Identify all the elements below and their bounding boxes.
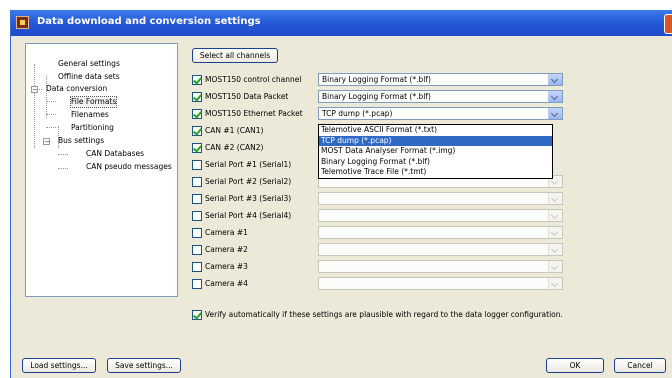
chevron-down-icon (548, 261, 562, 272)
channel-checkbox[interactable] (192, 143, 202, 153)
tree-item-general-settings[interactable]: General settings (58, 59, 120, 69)
collapse-icon[interactable]: − (43, 138, 50, 146)
format-select (318, 192, 563, 205)
channel-row: MOST150 Data Packet Binary Logging Forma… (192, 90, 672, 104)
save-settings-button[interactable]: Save settings... (107, 358, 181, 373)
channel-row: MOST150 Ethernet Packet TCP dump (*.pcap… (192, 107, 672, 121)
tree-item-offline-data-sets[interactable]: Offline data sets (58, 72, 120, 82)
dropdown-option-selected[interactable]: TCP dump (*.pcap) (319, 135, 552, 146)
channel-checkbox[interactable] (192, 92, 202, 102)
window-title: Data download and conversion settings (37, 16, 261, 27)
format-select[interactable]: TCP dump (*.pcap) (318, 107, 563, 120)
channel-checkbox[interactable] (192, 126, 202, 136)
channel-label: MOST150 control channel (205, 75, 302, 84)
channel-label: Serial Port #3 (Serial3) (205, 194, 292, 203)
channel-label: Camera #4 (205, 279, 248, 288)
channel-label: CAN #2 (CAN2) (205, 143, 264, 152)
format-select[interactable]: Binary Logging Format (*.blf) (318, 73, 563, 86)
chevron-down-icon (548, 210, 562, 221)
format-select (318, 243, 563, 256)
channel-row: Camera #2 (192, 243, 672, 257)
format-dropdown-list: Telemotive ASCII Format (*.txt) TCP dump… (318, 124, 553, 179)
tree-item-partitioning[interactable]: Partitioning (71, 123, 114, 133)
channel-label: Camera #2 (205, 245, 248, 254)
settings-tree: General settings Offline data sets − Dat… (25, 43, 178, 297)
chevron-down-icon[interactable] (548, 74, 562, 85)
channel-label: MOST150 Data Packet (205, 92, 289, 101)
title-bar[interactable]: Data download and conversion settings (11, 10, 672, 36)
channel-row: Camera #3 (192, 260, 672, 274)
channel-checkbox[interactable] (192, 228, 202, 238)
format-select-value: TCP dump (*.pcap) (322, 109, 393, 118)
channel-label: CAN #1 (CAN1) (205, 126, 264, 135)
channel-checkbox[interactable] (192, 279, 202, 289)
dropdown-option[interactable]: Binary Logging Format (*.blf) (319, 157, 552, 168)
verify-row: Verify automatically if these settings a… (192, 308, 652, 322)
tree-item-can-pseudo-messages[interactable]: CAN pseudo messages (86, 162, 172, 172)
format-select (318, 260, 563, 273)
verify-checkbox[interactable] (192, 310, 202, 320)
channel-checkbox[interactable] (192, 262, 202, 272)
format-select-value: Binary Logging Format (*.blf) (322, 75, 431, 84)
channel-label: Serial Port #2 (Serial2) (205, 177, 292, 186)
channel-checkbox[interactable] (192, 245, 202, 255)
channel-label: Camera #1 (205, 228, 248, 237)
channel-checkbox[interactable] (192, 75, 202, 85)
collapse-icon[interactable]: − (31, 86, 38, 94)
chevron-down-icon[interactable] (548, 91, 562, 102)
channel-row: Serial Port #4 (Serial4) (192, 209, 672, 223)
channel-label: MOST150 Ethernet Packet (205, 109, 303, 118)
chevron-down-icon (548, 227, 562, 238)
app-icon (16, 16, 29, 29)
verify-label: Verify automatically if these settings a… (205, 310, 563, 319)
tree-item-data-conversion[interactable]: Data conversion (46, 84, 107, 94)
ok-button[interactable]: OK (546, 358, 604, 373)
select-all-channels-button[interactable]: Select all channels (192, 48, 278, 63)
chevron-down-icon[interactable] (548, 108, 562, 119)
channel-row: MOST150 control channel Binary Logging F… (192, 73, 672, 87)
dropdown-option[interactable]: MOST Data Analyser Format (*.img) (319, 146, 552, 157)
chevron-down-icon (548, 244, 562, 255)
chevron-down-icon (548, 193, 562, 204)
tree-item-can-databases[interactable]: CAN Databases (86, 149, 144, 159)
channel-label: Serial Port #1 (Serial1) (205, 160, 292, 169)
format-select (318, 277, 563, 290)
format-select (318, 226, 563, 239)
channel-row: Serial Port #3 (Serial3) (192, 192, 672, 206)
tree-item-file-formats[interactable]: File Formats (69, 96, 118, 108)
channel-checkbox[interactable] (192, 194, 202, 204)
dropdown-option[interactable]: Telemotive ASCII Format (*.txt) (319, 125, 552, 136)
format-select[interactable]: Binary Logging Format (*.blf) (318, 90, 563, 103)
channel-label: Serial Port #4 (Serial4) (205, 211, 292, 220)
channel-label: Camera #3 (205, 262, 248, 271)
settings-dialog: Data download and conversion settings Ge… (10, 10, 672, 378)
dropdown-option[interactable]: Telemotive Trace File (*.tmt) (319, 167, 552, 178)
channel-checkbox[interactable] (192, 177, 202, 187)
tree-item-filenames[interactable]: Filenames (71, 110, 109, 120)
format-select (318, 209, 563, 222)
channel-checkbox[interactable] (192, 211, 202, 221)
chevron-down-icon (548, 278, 562, 289)
format-select-value: Binary Logging Format (*.blf) (322, 92, 431, 101)
channel-checkbox[interactable] (192, 160, 202, 170)
channel-row: Camera #4 (192, 277, 672, 291)
load-settings-button[interactable]: Load settings... (22, 358, 96, 373)
close-button[interactable] (664, 14, 672, 34)
cancel-button[interactable]: Cancel (614, 358, 666, 373)
channel-row: Camera #1 (192, 226, 672, 240)
channel-checkbox[interactable] (192, 109, 202, 119)
tree-item-bus-settings[interactable]: Bus settings (58, 136, 104, 146)
